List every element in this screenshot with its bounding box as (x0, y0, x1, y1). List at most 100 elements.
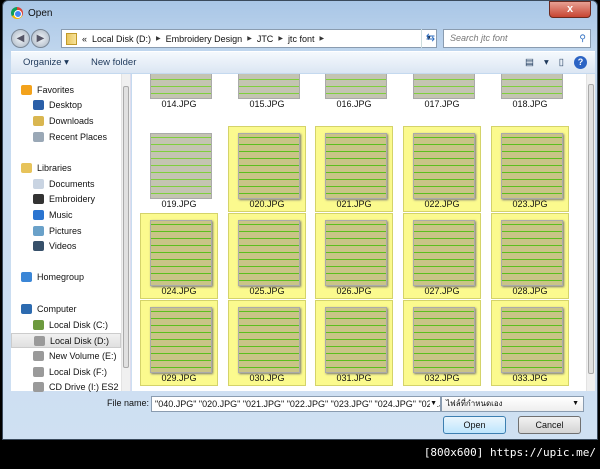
preview-pane-icon[interactable]: ▯ (559, 57, 564, 68)
thumbnail-image (238, 307, 300, 373)
file-tile[interactable]: 018.JPG (491, 74, 569, 112)
sidebar-item-pictures[interactable]: Pictures (11, 223, 121, 238)
close-button[interactable]: x (549, 1, 591, 18)
file-name: 030.JPG (249, 373, 285, 383)
nav-scrollbar[interactable] (121, 74, 130, 391)
file-tile[interactable]: 024.JPG (140, 213, 218, 299)
sidebar-item-embroidery[interactable]: Embroidery (11, 191, 121, 206)
file-tile[interactable]: 015.JPG (228, 74, 306, 112)
file-scrollbar-thumb[interactable] (588, 84, 594, 374)
thumbnail-image (150, 133, 212, 199)
file-type-select[interactable]: ไฟล์ที่กำหนดเอง ▼ (441, 396, 584, 412)
thumbnail-image (325, 133, 387, 199)
file-tile[interactable]: 030.JPG (228, 300, 306, 386)
thumbnail-image (501, 74, 563, 99)
file-name: 017.JPG (424, 99, 460, 109)
sidebar-item-label: Favorites (37, 84, 75, 95)
back-button[interactable]: ◀ (11, 29, 30, 48)
file-tile[interactable]: 028.JPG (491, 213, 569, 299)
file-tile[interactable]: 025.JPG (228, 213, 306, 299)
chevron-down-icon[interactable]: ▼ (430, 397, 437, 411)
breadcrumb-local-disk[interactable]: Local Disk (D:) (92, 34, 151, 44)
computer-icon (21, 303, 32, 314)
file-name: 027.JPG (424, 286, 460, 296)
file-name-input[interactable]: "040.JPG" "020.JPG" "021.JPG" "022.JPG" … (151, 396, 441, 412)
views-icon[interactable]: ▤ (525, 57, 534, 68)
file-tile[interactable]: 021.JPG (315, 126, 393, 212)
file-name: 026.JPG (336, 286, 372, 296)
file-tile[interactable]: 019.JPG (140, 126, 218, 212)
bottom-panel: File name: "040.JPG" "020.JPG" "021.JPG"… (11, 391, 595, 437)
search-icon[interactable]: ⚲ (579, 30, 586, 47)
file-tile[interactable]: 017.JPG (403, 74, 481, 112)
sidebar-item-new-volume-e[interactable]: New Volume (E:) (11, 348, 121, 363)
file-tile[interactable]: 029.JPG (140, 300, 218, 386)
thumbnail-image (501, 220, 563, 286)
file-name: 032.JPG (424, 373, 460, 383)
file-tile[interactable]: 023.JPG (491, 126, 569, 212)
sidebar-item-homegroup[interactable]: Homegroup (11, 269, 121, 284)
file-tile[interactable]: 033.JPG (491, 300, 569, 386)
thumbnail-image (413, 133, 475, 199)
file-name: 016.JPG (336, 99, 372, 109)
breadcrumb-jtc-font[interactable]: jtc font (288, 34, 315, 44)
sidebar-item-label: Desktop (49, 99, 83, 110)
file-scrollbar[interactable] (586, 74, 595, 391)
toolbar: Organize ▾ New folder ▤ ▾ ▯? (11, 51, 595, 73)
file-name: 020.JPG (249, 199, 285, 209)
sidebar-item-local-disk-f[interactable]: Local Disk (F:) (11, 364, 121, 379)
sidebar-item-recent-places[interactable]: Recent Places (11, 129, 121, 144)
thumbnail-image (325, 220, 387, 286)
file-name: 015.JPG (249, 99, 285, 109)
file-tile[interactable]: 020.JPG (228, 126, 306, 212)
folder-icon (66, 32, 77, 45)
sidebar-item-documents[interactable]: Documents (11, 176, 121, 191)
file-tile[interactable]: 026.JPG (315, 213, 393, 299)
nav-scrollbar-thumb[interactable] (123, 86, 129, 368)
search-placeholder: Search jtc font (450, 33, 508, 43)
breadcrumb-embroidery-design[interactable]: Embroidery Design (166, 34, 243, 44)
file-name: 021.JPG (336, 199, 372, 209)
file-name: 025.JPG (249, 286, 285, 296)
file-tile[interactable]: 032.JPG (403, 300, 481, 386)
sidebar-item-label: Libraries (37, 162, 72, 173)
search-input[interactable]: Search jtc font ⚲ (443, 29, 591, 48)
help-icon[interactable]: ? (574, 56, 587, 69)
chevron-right-icon[interactable]: ▶ (156, 35, 161, 42)
sidebar-item-videos[interactable]: Videos (11, 238, 121, 253)
file-tile[interactable]: 016.JPG (315, 74, 393, 112)
address-bar[interactable]: « Local Disk (D:) ▶ Embroidery Design ▶ JT… (61, 29, 437, 48)
embroidery-icon (33, 193, 44, 204)
chevron-right-icon[interactable]: ▶ (278, 35, 283, 42)
chevron-down-icon: ▼ (572, 400, 579, 407)
sidebar-item-local-disk-d[interactable]: Local Disk (D:) (11, 333, 121, 348)
file-tile[interactable]: 014.JPG (140, 74, 218, 112)
open-button[interactable]: Open (443, 416, 506, 434)
views-dropdown[interactable]: ▾ (544, 57, 549, 68)
file-tile[interactable]: 022.JPG (403, 126, 481, 212)
refresh-button[interactable]: ⇆ (421, 29, 439, 48)
forward-button[interactable]: ▶ (31, 29, 50, 48)
chevron-right-icon[interactable]: ▶ (247, 35, 252, 42)
sidebar-item-libraries[interactable]: Libraries (11, 160, 121, 175)
sidebar-item-favorites[interactable]: Favorites (11, 82, 121, 97)
organize-button[interactable]: Organize ▾ (23, 57, 69, 68)
breadcrumb-jtc[interactable]: JTC (257, 34, 274, 44)
documents-icon (33, 178, 44, 189)
sidebar-item-computer[interactable]: Computer (11, 301, 121, 316)
sidebar-item-desktop[interactable]: Desktop (11, 97, 121, 112)
sidebar-item-label: Local Disk (F:) (49, 366, 108, 377)
sidebar-item-local-disk-c[interactable]: Local Disk (C:) (11, 317, 121, 332)
new-folder-button[interactable]: New folder (91, 57, 136, 68)
file-tile[interactable]: 027.JPG (403, 213, 481, 299)
file-tile[interactable]: 031.JPG (315, 300, 393, 386)
breadcrumb-overflow[interactable]: « (82, 34, 87, 44)
file-name: 018.JPG (512, 99, 548, 109)
sidebar-item-music[interactable]: Music (11, 207, 121, 222)
thumbnail-image (238, 220, 300, 286)
cancel-button[interactable]: Cancel (518, 416, 581, 434)
chevron-right-icon[interactable]: ▶ (319, 35, 324, 42)
sidebar-item-downloads[interactable]: Downloads (11, 113, 121, 128)
homegroup-icon (21, 271, 32, 282)
thumbnail-image (325, 307, 387, 373)
